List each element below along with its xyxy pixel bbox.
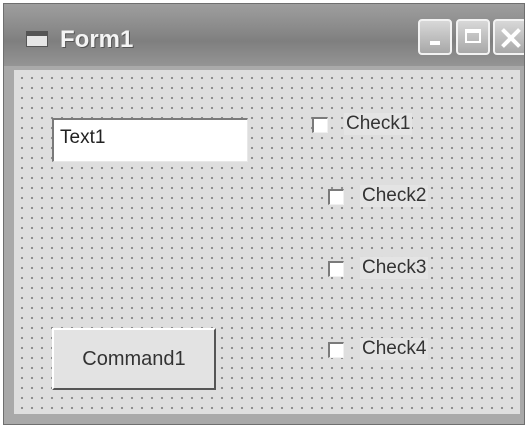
form-window: Form1 Text1 Check1 Check2 Check3 Check4 <box>3 3 525 425</box>
title-bar[interactable]: Form1 <box>4 4 524 66</box>
checkbox-box[interactable] <box>328 189 344 205</box>
maximize-button[interactable] <box>456 19 490 55</box>
command1-button[interactable]: Command1 <box>52 328 216 390</box>
checkbox-label: Check1 <box>344 113 413 135</box>
form-design-surface[interactable]: Text1 Check1 Check2 Check3 Check4 Comman… <box>14 70 520 414</box>
form-icon[interactable] <box>26 31 48 47</box>
checkbox-label: Check3 <box>360 257 429 279</box>
checkbox-box[interactable] <box>312 117 328 133</box>
text1-textbox[interactable]: Text1 <box>52 118 248 162</box>
checkbox-box[interactable] <box>328 261 344 277</box>
close-button[interactable] <box>493 19 524 55</box>
minimize-button[interactable] <box>418 19 452 55</box>
checkbox-box[interactable] <box>328 342 344 358</box>
window-title: Form1 <box>60 26 134 53</box>
checkbox-label: Check4 <box>360 338 429 360</box>
checkbox-label: Check2 <box>360 185 429 207</box>
